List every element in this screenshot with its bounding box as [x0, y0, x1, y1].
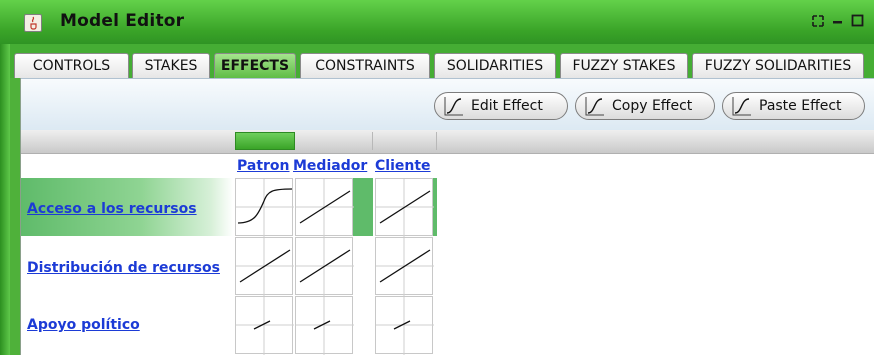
column-bar-patron[interactable] [235, 132, 295, 150]
model-editor-window: Model Editor CONTROLS STAKES EFFECTS CON… [0, 0, 874, 355]
curve-icon [585, 96, 605, 116]
cell-gridline [376, 179, 434, 237]
effect-curve-graph [296, 238, 354, 296]
effect-curve-graph [296, 179, 354, 237]
column-header-band [21, 130, 874, 154]
effect-curve-sigmoid [237, 188, 293, 224]
column-header-cliente[interactable]: Cliente [375, 158, 431, 174]
column-header-patron[interactable]: Patron [237, 158, 290, 174]
selection-strip [353, 178, 373, 236]
restore-icon[interactable] [810, 13, 826, 29]
paste-effect-label: Paste Effect [759, 98, 842, 114]
effects-toolbar: Edit Effect Copy Effect Paste Effect [21, 78, 874, 130]
effect-curve-graph [296, 297, 354, 355]
cell-gridline [296, 179, 354, 237]
effect-curve-graph [376, 297, 434, 355]
tab-stakes[interactable]: STAKES [132, 53, 210, 78]
effect-cell[interactable] [375, 178, 434, 237]
tab-strip: CONTROLS STAKES EFFECTS CONSTRAINTS SOLI… [10, 44, 874, 78]
cell-gridline [376, 297, 434, 355]
edit-effect-label: Edit Effect [471, 98, 543, 114]
paste-effect-button[interactable]: Paste Effect [722, 92, 865, 120]
effect-curve-graph [236, 297, 294, 355]
copy-effect-label: Copy Effect [612, 98, 693, 114]
title-bar[interactable]: Model Editor [0, 0, 874, 44]
cell-gridline [236, 179, 294, 237]
effect-curve-graph [376, 238, 434, 296]
effect-cell[interactable] [295, 237, 354, 296]
edit-effect-button[interactable]: Edit Effect [434, 92, 568, 120]
effect-cell[interactable] [295, 178, 354, 237]
cell-gridline [236, 297, 294, 355]
window-left-border [0, 0, 10, 355]
java-app-icon [24, 14, 42, 32]
minimize-icon[interactable] [830, 13, 846, 29]
tab-controls[interactable]: CONTROLS [14, 53, 129, 78]
effect-cell[interactable] [295, 296, 354, 355]
curve-icon [732, 96, 752, 116]
tab-fuzzy-solidarities[interactable]: FUZZY SOLIDARITIES [692, 53, 864, 78]
window-title: Model Editor [60, 11, 185, 31]
column-bar-cliente[interactable] [373, 132, 437, 150]
row-label-apoyo[interactable]: Apoyo político [27, 317, 140, 333]
effect-cell[interactable] [235, 237, 294, 296]
column-header-mediador[interactable]: Mediador [293, 158, 367, 174]
curve-icon [444, 96, 464, 116]
tab-constraints[interactable]: CONSTRAINTS [300, 53, 430, 78]
cell-gridline [296, 238, 354, 296]
copy-effect-button[interactable]: Copy Effect [575, 92, 715, 120]
cell-gridline [236, 238, 294, 296]
effect-curve-graph [376, 179, 434, 237]
effect-curve-graph [236, 238, 294, 296]
tab-solidarities[interactable]: SOLIDARITIES [434, 53, 556, 78]
effect-cell[interactable] [235, 178, 294, 237]
row-label-acceso[interactable]: Acceso a los recursos [27, 201, 197, 217]
effect-curve-graph [236, 179, 294, 237]
effects-panel: Edit Effect Copy Effect Paste Effect Pat… [20, 78, 874, 355]
effect-cell[interactable] [235, 296, 294, 355]
tab-fuzzy-stakes[interactable]: FUZZY STAKES [560, 53, 688, 78]
cell-gridline [376, 238, 434, 296]
effect-cell[interactable] [375, 296, 434, 355]
tab-effects[interactable]: EFFECTS [214, 53, 296, 78]
row-label-distribucion[interactable]: Distribución de recursos [27, 260, 220, 276]
cell-gridline [296, 297, 354, 355]
effect-cell[interactable] [375, 237, 434, 296]
maximize-icon[interactable] [850, 13, 866, 29]
column-bar-mediador[interactable] [295, 132, 373, 150]
